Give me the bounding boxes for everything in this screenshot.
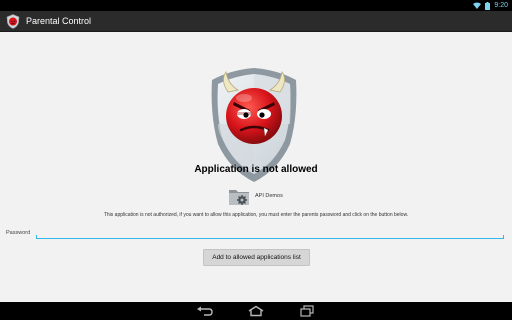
folder-gear-icon <box>229 190 249 205</box>
password-field[interactable] <box>36 227 504 239</box>
parental-control-devil-icon[interactable] <box>6 13 20 29</box>
blocked-app-name: API Demos <box>255 193 283 199</box>
status-bar: 9:20 <box>0 0 512 11</box>
action-bar: Parental Control <box>0 11 512 32</box>
wifi-icon <box>473 2 482 9</box>
add-to-allowed-list-button[interactable]: Add to allowed applications list <box>203 249 310 266</box>
status-clock: 9:20 <box>494 2 508 9</box>
navigation-bar <box>0 302 512 320</box>
app-title: Parental Control <box>26 15 92 26</box>
page-title: Application is not allowed <box>194 164 318 175</box>
content-area: Application is not allowed API Demos Thi… <box>0 32 512 302</box>
blocked-app-row: API Demos <box>228 184 283 208</box>
home-icon[interactable] <box>247 305 265 317</box>
info-message: This application is not authorized, if y… <box>103 212 409 218</box>
battery-icon <box>485 1 491 10</box>
recent-apps-icon[interactable] <box>298 305 316 317</box>
password-field-edge-left <box>36 235 37 239</box>
password-label: Password <box>6 230 31 236</box>
password-field-edge-right <box>503 235 504 239</box>
back-icon[interactable] <box>196 305 214 317</box>
